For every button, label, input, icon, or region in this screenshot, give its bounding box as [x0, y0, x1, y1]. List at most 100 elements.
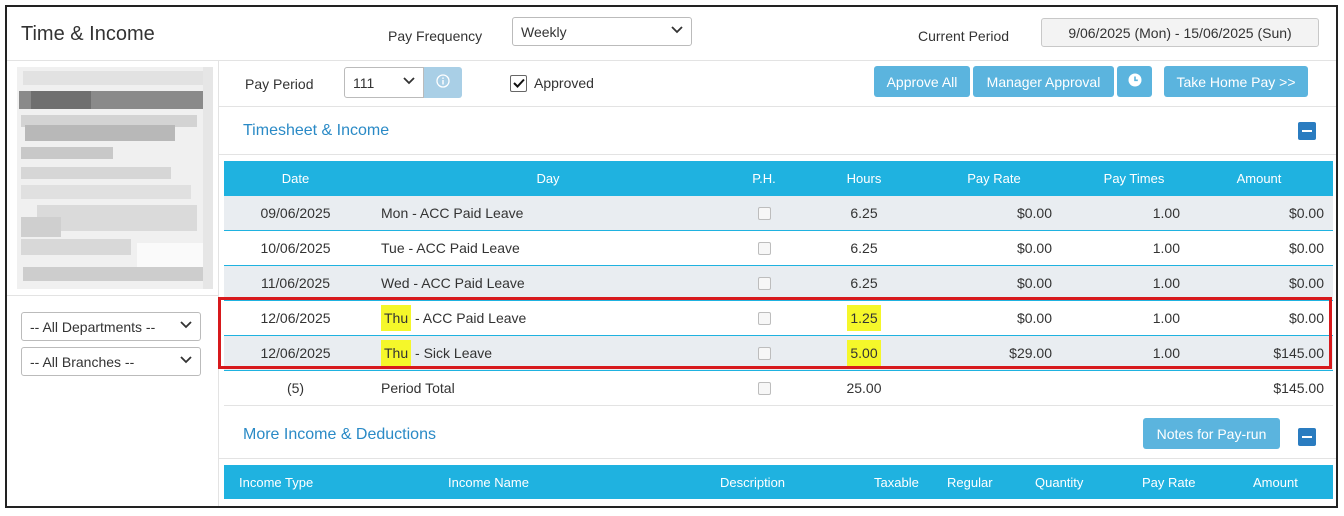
- row-hours: 6.25: [850, 205, 878, 221]
- time-income-window: Time & Income Pay Frequency Weekly Curre…: [5, 5, 1338, 508]
- period-total-row: (5) Period Total 25.00 $145.00: [224, 371, 1333, 406]
- row-pay-rate: $0.00: [1016, 205, 1052, 221]
- ph-checkbox-cell: [734, 231, 794, 265]
- left-panel: -- All Departments -- -- All Branches --: [7, 61, 219, 506]
- table-row[interactable]: 11/06/2025 Wed - ACC Paid Leave 6.25 $0.…: [224, 266, 1333, 301]
- approved-label: Approved: [534, 75, 594, 91]
- pay-period-label: Pay Period: [245, 76, 314, 92]
- approved-checkbox[interactable]: [510, 75, 527, 92]
- manager-approval-button[interactable]: Manager Approval: [973, 66, 1114, 97]
- col-quantity: Quantity: [1035, 474, 1084, 490]
- info-icon: [436, 74, 450, 91]
- chevron-down-icon: [671, 26, 683, 37]
- top-header: Time & Income Pay Frequency Weekly Curre…: [7, 7, 1336, 61]
- ph-checkbox-cell: [734, 266, 794, 300]
- ph-checkbox-cell: [734, 196, 794, 230]
- employee-profile-blurred: [17, 67, 213, 289]
- col-description: Description: [720, 474, 786, 490]
- chevron-down-icon: [403, 77, 415, 88]
- col-income-type: Income Type: [239, 474, 314, 490]
- row-day-rest: - ACC Paid Leave: [404, 240, 520, 256]
- ph-checkbox[interactable]: [757, 381, 771, 395]
- row-day-rest: - ACC Paid Leave: [408, 205, 524, 221]
- more-income-section-header: More Income & Deductions Notes for Pay-r…: [219, 410, 1336, 459]
- income-deductions-table-header: Income Type Income Name Description Taxa…: [224, 465, 1333, 499]
- ph-checkbox-cell: [734, 371, 794, 405]
- row-pay-times: 1.00: [1152, 240, 1180, 256]
- chevron-down-icon: [180, 356, 192, 367]
- col-hours: Hours: [846, 171, 882, 186]
- row-day-prefix: Mon: [381, 205, 409, 221]
- total-hours: 25.00: [846, 380, 882, 396]
- more-income-title[interactable]: More Income & Deductions: [243, 426, 436, 444]
- row-date: 09/06/2025: [260, 205, 331, 221]
- history-button[interactable]: [1117, 66, 1152, 97]
- timesheet-section-header: Timesheet & Income: [219, 107, 1336, 155]
- pay-period-value: 111: [353, 74, 375, 91]
- row-date: 11/06/2025: [260, 275, 331, 291]
- col-pay-rate: Pay Rate: [967, 171, 1021, 186]
- col-amount: Amount: [1253, 474, 1298, 490]
- minus-icon: [1302, 130, 1312, 132]
- row-amount: $0.00: [1288, 275, 1324, 291]
- row-day: Tue - ACC Paid Leave: [381, 231, 731, 265]
- timesheet-title[interactable]: Timesheet & Income: [243, 122, 389, 140]
- row-day-prefix: Wed: [381, 275, 410, 291]
- col-regular: Regular: [947, 474, 993, 490]
- pay-period-toolbar: Pay Period 111 Approved Approve All Mana…: [219, 61, 1336, 107]
- row-amount: $0.00: [1288, 205, 1324, 221]
- col-pay-times: Pay Times: [1103, 171, 1165, 186]
- row-day-rest: - ACC Paid Leave: [409, 275, 525, 291]
- ph-checkbox[interactable]: [757, 276, 771, 290]
- clock-icon: [1128, 73, 1142, 90]
- ph-checkbox[interactable]: [757, 241, 771, 255]
- departments-value: -- All Departments --: [30, 318, 156, 335]
- pay-frequency-label: Pay Frequency: [388, 28, 483, 44]
- row-day-prefix: Tue: [381, 240, 405, 256]
- row-day: Wed - ACC Paid Leave: [381, 266, 731, 300]
- check-icon: [512, 76, 525, 91]
- left-divider: [7, 295, 219, 296]
- departments-filter[interactable]: -- All Departments --: [21, 312, 201, 341]
- col-day: Day: [536, 171, 560, 186]
- col-taxable: Taxable: [874, 474, 919, 490]
- col-date: Date: [281, 171, 310, 186]
- row-pay-times: 1.00: [1152, 205, 1180, 221]
- total-label: Period Total: [381, 380, 455, 396]
- col-pay-rate: Pay Rate: [1142, 474, 1196, 490]
- timesheet-table-header: Date Day P.H. Hours Pay Rate Pay Times A…: [224, 161, 1333, 196]
- collapse-more-income-button[interactable]: [1298, 428, 1316, 446]
- approve-all-button[interactable]: Approve All: [874, 66, 970, 97]
- chevron-down-icon: [180, 321, 192, 332]
- pay-frequency-select[interactable]: Weekly: [512, 17, 692, 46]
- total-amount: $145.00: [1273, 380, 1324, 396]
- col-amount: Amount: [1236, 171, 1282, 186]
- branches-value: -- All Branches --: [30, 353, 135, 370]
- row-date: 10/06/2025: [260, 240, 331, 256]
- row-amount: $0.00: [1288, 240, 1324, 256]
- table-row[interactable]: 09/06/2025 Mon - ACC Paid Leave 6.25 $0.…: [224, 196, 1333, 231]
- branches-filter[interactable]: -- All Branches --: [21, 347, 201, 376]
- annotation-highlight-box: [218, 297, 1332, 369]
- total-count: (5): [286, 380, 305, 396]
- ph-checkbox[interactable]: [757, 206, 771, 220]
- current-period-label: Current Period: [918, 28, 1010, 44]
- row-hours: 6.25: [850, 275, 878, 291]
- col-ph: P.H.: [752, 171, 776, 186]
- row-pay-rate: $0.00: [1016, 240, 1052, 256]
- row-pay-rate: $0.00: [1016, 275, 1052, 291]
- pay-frequency-value: Weekly: [521, 23, 567, 40]
- current-period-display: 9/06/2025 (Mon) - 15/06/2025 (Sun): [1041, 18, 1319, 47]
- row-day: Mon - ACC Paid Leave: [381, 196, 731, 230]
- col-income-name: Income Name: [448, 474, 529, 490]
- row-pay-times: 1.00: [1152, 275, 1180, 291]
- row-hours: 6.25: [850, 240, 878, 256]
- page-title: Time & Income: [21, 23, 155, 45]
- notes-for-pay-run-button[interactable]: Notes for Pay-run: [1143, 418, 1280, 449]
- collapse-timesheet-button[interactable]: [1298, 122, 1316, 140]
- pay-period-select[interactable]: 111: [344, 67, 424, 98]
- take-home-pay-button[interactable]: Take Home Pay >>: [1164, 66, 1308, 97]
- pay-period-info-button[interactable]: [424, 67, 462, 98]
- table-row[interactable]: 10/06/2025 Tue - ACC Paid Leave 6.25 $0.…: [224, 231, 1333, 266]
- minus-icon: [1302, 436, 1312, 438]
